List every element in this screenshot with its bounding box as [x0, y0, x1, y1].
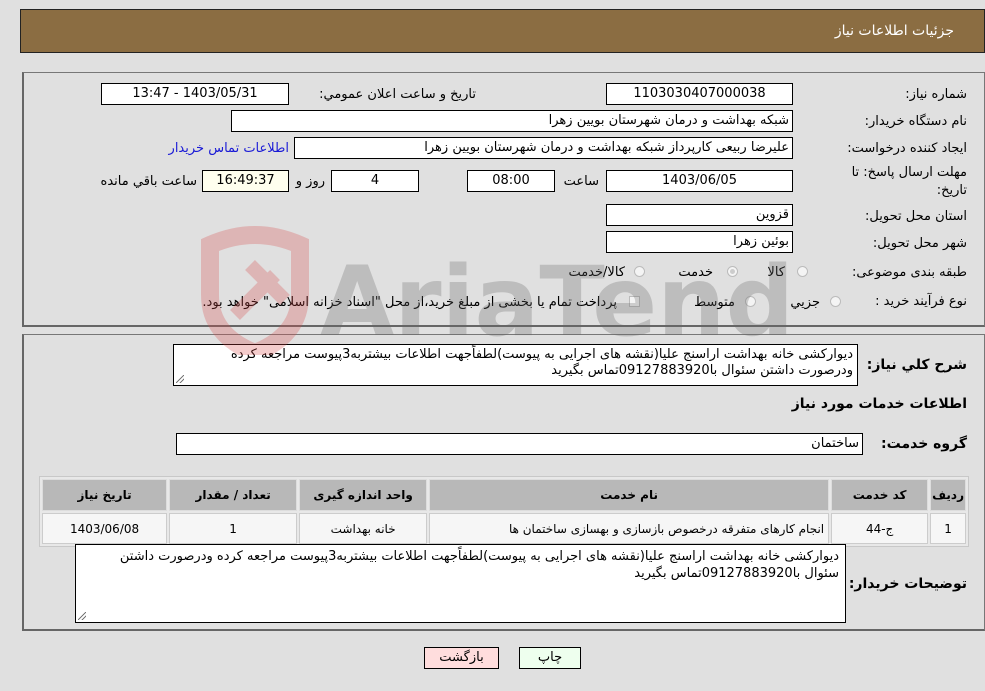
- process-radio-medium[interactable]: [745, 296, 756, 307]
- deadline-date-field: 1403/06/05: [606, 170, 793, 192]
- deadline-label: مهلت ارسال پاسخ: تا تاریخ:: [851, 165, 967, 198]
- buyer-notes-text: دیوارکشی خانه بهداشت اراسنج علیا(نقشه ها…: [119, 549, 839, 581]
- table-header-row: ردیف کد خدمت نام خدمت واحد اندازه گیری ت…: [42, 479, 966, 511]
- table-row: 1 ج-44 انجام کارهای متفرقه درخصوص بازساز…: [42, 513, 966, 544]
- services-table: ردیف کد خدمت نام خدمت واحد اندازه گیری ت…: [39, 476, 969, 547]
- announce-label: تاریخ و ساعت اعلان عمومي:: [319, 87, 476, 102]
- buyer-org-label: نام دستگاه خریدار:: [864, 114, 967, 129]
- service-group-field: ساختمان: [176, 433, 863, 455]
- category-radio-goods[interactable]: [797, 266, 808, 277]
- description-label: شرح کلي نیاز:: [866, 357, 967, 373]
- category-goods-label: کالا: [767, 265, 785, 280]
- category-goods-service-label: کالا/خدمت: [568, 265, 625, 280]
- col-service-code: کد خدمت: [831, 479, 929, 511]
- city-field: بوئین زهرا: [606, 231, 793, 253]
- remaining-label: ساعت باقي مانده: [100, 174, 197, 189]
- service-group-label: گروه خدمت:: [881, 436, 967, 452]
- resize-grip-icon[interactable]: [176, 375, 184, 383]
- cell-quantity: 1: [169, 513, 298, 544]
- back-button[interactable]: بازگشت: [424, 647, 499, 669]
- need-number-field: 1103030407000038: [606, 83, 793, 105]
- process-radio-minor[interactable]: [830, 296, 841, 307]
- category-service-label: خدمت: [678, 265, 713, 280]
- category-radio-service[interactable]: [727, 266, 738, 277]
- resize-grip-icon[interactable]: [78, 612, 86, 620]
- process-label: نوع فرآیند خرید :: [875, 294, 967, 309]
- process-medium-label: متوسط: [694, 295, 735, 310]
- col-service-name: نام خدمت: [429, 479, 830, 511]
- cell-unit: خانه بهداشت: [299, 513, 428, 544]
- announce-datetime-field: 1403/05/31 - 13:47: [101, 83, 289, 105]
- cell-service-name: انجام کارهای متفرقه درخصوص بازسازی و بهس…: [429, 513, 830, 544]
- print-button[interactable]: چاپ: [519, 647, 581, 669]
- creator-field: علیرضا ربیعی کارپرداز شبکه بهداشت و درما…: [294, 137, 793, 159]
- category-radio-goods-service[interactable]: [634, 266, 645, 277]
- buyer-notes-label: توضیحات خریدار:: [848, 576, 967, 592]
- deadline-time-field: 08:00: [467, 170, 555, 192]
- need-number-label: شماره نیاز:: [905, 87, 967, 102]
- remaining-time-field: 16:49:37: [202, 170, 289, 192]
- treasury-checkbox[interactable]: [629, 296, 640, 307]
- col-unit: واحد اندازه گیری: [299, 479, 428, 511]
- treasury-note: پرداخت تمام یا بخشی از مبلغ خرید،از محل …: [202, 295, 617, 310]
- creator-label: ایجاد کننده درخواست:: [847, 141, 967, 156]
- category-label: طبقه بندی موضوعی:: [851, 265, 967, 280]
- buyer-contact-link[interactable]: اطلاعات تماس خریدار: [169, 141, 289, 156]
- col-quantity: تعداد / مقدار: [169, 479, 298, 511]
- cell-row-number: 1: [930, 513, 966, 544]
- services-section-title: اطلاعات خدمات مورد نیاز: [791, 396, 967, 412]
- cell-need-date: 1403/06/08: [42, 513, 168, 544]
- deadline-time-label: ساعت: [563, 174, 599, 189]
- description-textarea[interactable]: دیوارکشی خانه بهداشت اراسنج علیا(نقشه ها…: [173, 344, 858, 386]
- description-text: دیوارکشی خانه بهداشت اراسنج علیا(نقشه ها…: [230, 347, 853, 378]
- process-minor-label: جزيي: [790, 295, 820, 310]
- cell-service-code: ج-44: [831, 513, 929, 544]
- city-label: شهر محل تحویل:: [872, 236, 967, 251]
- buyer-org-field: شبکه بهداشت و درمان شهرستان بویین زهرا: [231, 110, 793, 132]
- province-field: قزوین: [606, 204, 793, 226]
- remaining-days-field: 4: [331, 170, 419, 192]
- days-label: روز و: [295, 174, 325, 189]
- page-header: جزئیات اطلاعات نیاز: [20, 9, 985, 53]
- page-title: جزئیات اطلاعات نیاز: [834, 23, 954, 39]
- buyer-notes-textarea[interactable]: دیوارکشی خانه بهداشت اراسنج علیا(نقشه ها…: [75, 544, 846, 623]
- province-label: استان محل تحویل:: [865, 209, 967, 224]
- col-need-date: تاریخ نیاز: [42, 479, 168, 511]
- col-row-number: ردیف: [930, 479, 966, 511]
